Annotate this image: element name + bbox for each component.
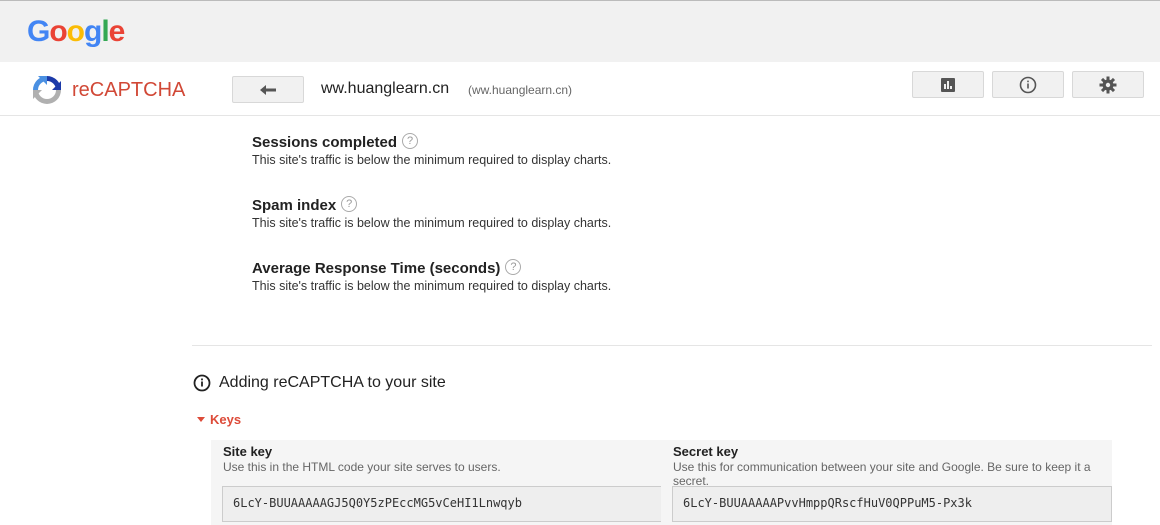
recaptcha-title[interactable]: reCAPTCHA — [72, 79, 185, 102]
secret-key-panel: Secret key Use this for communication be… — [661, 440, 1112, 525]
google-logo-letter-o1: o — [49, 15, 67, 48]
recaptcha-header: reCAPTCHA ww.huanglearn.cn (ww.huanglear… — [0, 62, 1160, 116]
stat-title: Sessions completed — [252, 134, 398, 151]
site-key-field[interactable]: 6LcY-BUUAAAAAGJ5Q0Y5zPEccMG5vCeHI1Lnwqyb — [222, 486, 662, 522]
site-domain: (ww.huanglearn.cn) — [468, 83, 573, 97]
site-key-panel: Site key Use this in the HTML code your … — [211, 440, 662, 525]
stat-spam-index: Spam index ? This site's traffic is belo… — [252, 195, 612, 230]
adding-recaptcha-heading: Adding reCAPTCHA to your site — [193, 374, 446, 392]
stat-description: This site's traffic is below the minimum… — [252, 216, 612, 230]
stat-average-response-time: Average Response Time (seconds) ? This s… — [252, 258, 612, 293]
info-icon — [1019, 76, 1037, 93]
analytics-icon — [941, 77, 955, 92]
google-logo-letter-g: G — [27, 15, 50, 48]
secret-key-help: Use this for communication between your … — [673, 460, 1091, 488]
help-icon[interactable]: ? — [505, 258, 522, 275]
secret-key-label: Secret key — [673, 444, 739, 459]
info-icon — [193, 374, 211, 392]
analytics-button[interactable] — [912, 71, 984, 98]
secret-key-field[interactable]: 6LcY-BUUAAAAAPvvHmppQRscfHuV0QPPuM5-Px3k — [672, 486, 1112, 522]
adding-recaptcha-title: Adding reCAPTCHA to your site — [219, 374, 446, 391]
help-icon[interactable]: ? — [402, 132, 419, 149]
google-logo[interactable]: Google — [27, 15, 126, 49]
back-button[interactable] — [232, 76, 304, 103]
google-logo-letter-l: l — [101, 15, 109, 48]
section-divider — [192, 345, 1152, 346]
arrow-left-icon — [260, 84, 276, 95]
google-logo-letter-e: e — [108, 15, 126, 48]
stat-sessions-completed: Sessions completed ? This site's traffic… — [252, 132, 612, 167]
site-label: ww.huanglearn.cn — [321, 80, 450, 97]
google-logo-letter-g2: g — [84, 15, 102, 48]
info-button[interactable] — [992, 71, 1064, 98]
stat-description: This site's traffic is below the minimum… — [252, 279, 612, 293]
gear-icon — [1099, 76, 1117, 93]
site-key-help: Use this in the HTML code your site serv… — [223, 460, 501, 474]
stat-title: Spam index — [252, 197, 337, 214]
google-logo-letter-o2: o — [66, 15, 85, 48]
keys-toggle[interactable]: Keys — [197, 412, 241, 427]
keys-label: Keys — [210, 412, 242, 427]
stat-description: This site's traffic is below the minimum… — [252, 153, 612, 167]
site-key-label: Site key — [223, 444, 273, 459]
google-bar: Google — [0, 0, 1160, 62]
caret-down-icon — [197, 417, 205, 422]
settings-button[interactable] — [1072, 71, 1144, 98]
stat-title: Average Response Time (seconds) — [252, 260, 501, 277]
recaptcha-logo-icon[interactable] — [28, 71, 66, 109]
help-icon[interactable]: ? — [341, 195, 358, 212]
